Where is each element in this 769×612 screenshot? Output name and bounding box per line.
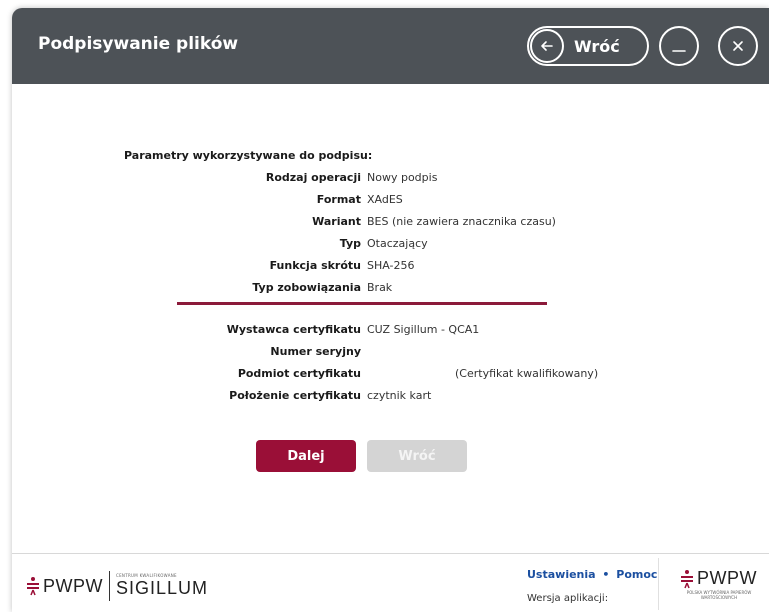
brand-right-sub-text: POLSKA WYTWÓRNIA PAPIERÓW WARTOŚCIOWYCH [686, 590, 752, 600]
params-heading: Parametry wykorzystywane do podpisu: [124, 149, 373, 162]
brand-product-text: SIGILLUM [116, 578, 209, 598]
param-row: Wariant BES (nie zawiera znacznika czasu… [12, 215, 769, 231]
param-label: Typ zobowiązania [252, 281, 361, 294]
param-value: SHA-256 [367, 259, 415, 272]
next-button[interactable]: Dalej [256, 440, 356, 472]
brand-left-text: PWPW [43, 575, 103, 596]
close-icon [733, 41, 743, 51]
cert-value: czytnik kart [367, 389, 432, 402]
param-value: XAdES [367, 193, 403, 206]
param-label: Funkcja skrótu [269, 259, 361, 272]
cert-row: Podmiot certyfikatu (Certyfikat kwalifik… [12, 367, 769, 383]
param-row: Typ zobowiązania Brak [12, 281, 769, 297]
cert-label: Numer seryjny [270, 345, 361, 358]
param-value: BES (nie zawiera znacznika czasu) [367, 215, 556, 228]
header-back-button[interactable]: Wróć [527, 26, 649, 66]
cert-row: Wystawca certyfikatu CUZ Sigillum - QCA1 [12, 323, 769, 339]
pwpw-sigillum-logo: PWPW CENTRUM KWALIFIKOWANE SIGILLUM [26, 568, 208, 604]
param-label: Typ [339, 237, 361, 250]
cert-row: Położenie certyfikatu czytnik kart [12, 389, 769, 405]
arrow-left-icon [530, 29, 564, 63]
window-title: Podpisywanie plików [38, 34, 239, 54]
header-back-label: Wróć [574, 36, 620, 56]
section-divider [177, 302, 547, 305]
footer-vertical-divider [658, 558, 659, 610]
link-separator: • [602, 568, 610, 581]
logo-separator [109, 571, 110, 601]
app-version: Wersja aplikacji: [527, 593, 609, 604]
param-row: Format XAdES [12, 193, 769, 209]
cert-value: CUZ Sigillum - QCA1 [367, 323, 480, 336]
minimize-icon [672, 50, 686, 52]
cert-row: Numer seryjny [12, 345, 769, 361]
cert-label: Wystawca certyfikatu [226, 323, 361, 336]
param-row: Funkcja skrótu SHA-256 [12, 259, 769, 275]
help-link[interactable]: Pomoc [616, 568, 657, 581]
pwpw-emblem-icon [681, 569, 693, 588]
back-button[interactable]: Wróć [367, 440, 467, 472]
param-label: Rodzaj operacji [265, 171, 361, 184]
param-value: Brak [367, 281, 393, 294]
param-label: Wariant [312, 215, 361, 228]
param-value: Otaczający [367, 237, 428, 250]
param-value: Nowy podpis [367, 171, 438, 184]
pwpw-logo: PWPW POLSKA WYTWÓRNIA PAPIERÓW WARTOŚCIO… [680, 568, 760, 600]
brand-right-text: PWPW [697, 568, 757, 588]
cert-value: (Certyfikat kwalifikowany) [455, 367, 599, 380]
footer-links: Ustawienia • Pomoc [527, 568, 657, 581]
pwpw-emblem-icon [27, 577, 39, 596]
footer-divider [12, 553, 769, 554]
param-row: Rodzaj operacji Nowy podpis [12, 171, 769, 187]
title-bar: Podpisywanie plików Wróć [12, 8, 769, 84]
settings-link[interactable]: Ustawienia [527, 568, 596, 581]
minimize-button[interactable] [659, 26, 699, 66]
close-button[interactable] [718, 26, 758, 66]
param-row: Typ Otaczający [12, 237, 769, 253]
signing-window: Podpisywanie plików Wróć Parametry wykor… [12, 8, 769, 612]
cert-label: Podmiot certyfikatu [237, 367, 361, 380]
cert-label: Położenie certyfikatu [229, 389, 361, 402]
param-label: Format [316, 193, 361, 206]
